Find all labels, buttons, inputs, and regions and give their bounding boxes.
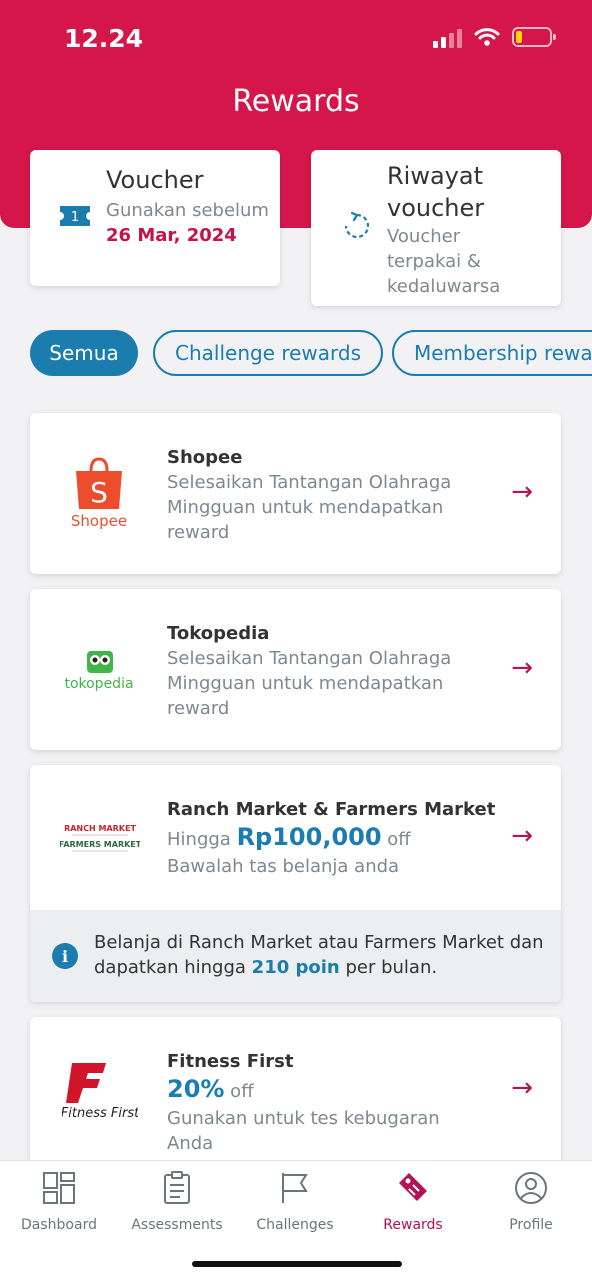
nav-rewards[interactable]: Rewards [354,1171,472,1233]
reward-name: Shopee [167,447,243,468]
reward-value: 20% [167,1075,225,1103]
voucher-history-card[interactable]: Riwayat voucher Voucher terpakai & kedal… [311,150,561,306]
reward-card-ranch-market[interactable]: RANCH MARKET FARMERS MARKET Ranch Market… [30,765,561,1002]
nav-challenges[interactable]: Challenges [236,1171,354,1233]
history-icon [343,211,371,244]
dashboard-icon [43,1172,75,1204]
reward-name: Ranch Market & Farmers Market [167,799,496,820]
reward-name: Tokopedia [167,623,270,644]
voucher-subtitle: Gunakan sebelum 26 Mar, 2024 [106,200,269,246]
reward-offer: 20% off [167,1075,254,1103]
svg-text:FARMERS MARKET: FARMERS MARKET [60,840,140,849]
reward-description: Gunakan untuk tes kebugaran Anda [167,1108,440,1154]
svg-text:1: 1 [71,210,79,225]
arrow-right-icon: → [511,821,533,851]
filter-chip-membership-rewards[interactable]: Membership rewa [392,330,592,376]
svg-text:RANCH MARKET: RANCH MARKET [64,824,136,833]
arrow-right-icon: → [511,477,533,507]
flag-icon [282,1173,308,1203]
voucher-title: Voucher [106,166,204,194]
reward-card-tokopedia[interactable]: tokopedia Tokopedia Selesaikan Tantangan… [30,589,561,750]
signal-icon [433,26,462,48]
fitness-first-logo: Fitness First [61,1057,140,1127]
wifi-icon [474,28,500,46]
voucher-expiry-date: 26 Mar, 2024 [106,225,237,246]
reward-description: Selesaikan Tantangan Olahraga Mingguan u… [167,648,452,719]
reward-card-shopee[interactable]: S Shopee Shopee Selesaikan Tantangan Ola… [30,413,561,574]
tag-icon [399,1173,427,1201]
svg-text:tokopedia: tokopedia [64,676,133,692]
filter-chip-semua[interactable]: Semua [30,330,138,376]
arrow-right-icon: → [511,653,533,683]
status-icons [433,26,556,48]
info-icon: i [52,943,78,969]
arrow-right-icon: → [511,1073,533,1103]
ticket-icon: 1 [60,206,90,230]
reward-description: Bawalah tas belanja anda [167,856,400,877]
reward-offer: Hingga Rp100,000 off [167,823,411,851]
reward-value: Rp100,000 [236,823,382,851]
clipboard-icon [164,1171,190,1204]
voucher-card[interactable]: 1 Voucher Gunakan sebelum 26 Mar, 2024 [30,150,280,286]
battery-icon [512,27,556,47]
reward-card-fitness-first[interactable]: Fitness First Fitness First 20% off Guna… [30,1017,561,1177]
nav-dashboard[interactable]: Dashboard [0,1171,118,1233]
svg-text:Fitness First: Fitness First [62,1106,138,1121]
svg-text:Shopee: Shopee [71,512,127,530]
svg-text:S: S [90,476,108,509]
status-time: 12.24 [64,24,144,53]
nav-assessments[interactable]: Assessments [118,1171,236,1233]
page-title: Rewards [232,84,360,119]
reward-name: Fitness First [167,1051,294,1072]
home-indicator [192,1261,402,1267]
voucher-history-subtitle: Voucher terpakai & kedaluwarsa [387,226,501,297]
profile-icon [515,1172,547,1204]
info-banner: i Belanja di Ranch Market atau Farmers M… [30,910,561,1002]
tokopedia-logo: tokopedia [60,645,138,697]
filter-chip-challenge-rewards[interactable]: Challenge rewards [153,330,384,376]
ranch-market-logo: RANCH MARKET FARMERS MARKET [59,821,142,859]
reward-description: Selesaikan Tantangan Olahraga Mingguan u… [167,472,452,543]
voucher-history-title: Riwayat voucher [387,162,485,222]
info-text: Belanja di Ranch Market atau Farmers Mar… [94,932,544,978]
shopee-logo: S Shopee [64,457,134,535]
nav-profile[interactable]: Profile [472,1171,590,1233]
